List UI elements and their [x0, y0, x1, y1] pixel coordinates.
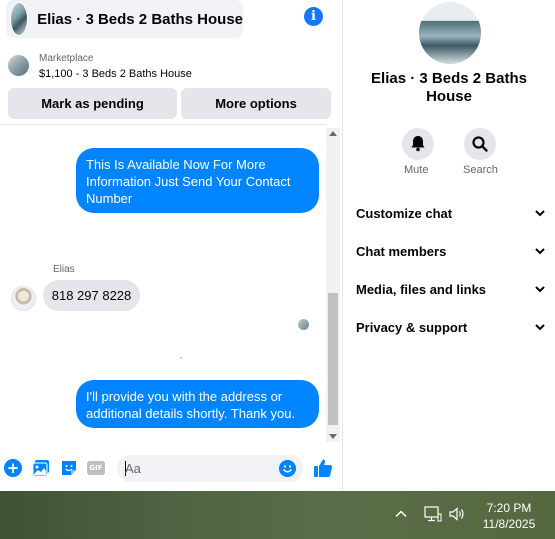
listing-kicker: Marketplace	[39, 53, 94, 64]
listing-thumbnail	[8, 55, 29, 76]
chat-title-button[interactable]: Elias · 3 Beds 2 Baths House	[6, 0, 243, 38]
marketplace-listing[interactable]: Marketplace $1,100 - 3 Beds 2 Baths Hous…	[0, 46, 343, 86]
network-icon[interactable]	[424, 506, 442, 522]
gif-icon[interactable]: GIF	[87, 461, 105, 475]
chevron-down-icon	[535, 210, 545, 217]
profile-avatar[interactable]	[419, 2, 481, 64]
search-label: Search	[463, 164, 498, 176]
bell-icon	[411, 136, 425, 152]
listing-title: $1,100 - 3 Beds 2 Baths House	[39, 68, 192, 80]
section-label: Customize chat	[356, 205, 453, 221]
plus-icon[interactable]: +	[4, 459, 22, 477]
message-list: This Is Available Now For More Informati…	[0, 124, 326, 442]
search-icon	[472, 136, 488, 152]
section-chat-members[interactable]: Chat members	[356, 239, 546, 263]
chat-info-panel: Elias · 3 Beds 2 Baths House Mute Search…	[343, 0, 555, 491]
scroll-up-arrow-icon[interactable]	[329, 131, 337, 136]
message-sender-name: Elias	[53, 264, 75, 275]
chat-title: Elias · 3 Beds 2 Baths House	[37, 10, 243, 28]
section-label: Media, files and links	[356, 281, 487, 297]
message-outgoing: I'll provide you with the address or add…	[76, 380, 319, 428]
search-button[interactable]	[464, 128, 496, 160]
message-input[interactable]	[125, 455, 275, 482]
chat-header: Elias · 3 Beds 2 Baths House i	[0, 0, 343, 42]
profile-name: Elias · 3 Beds 2 Baths House	[371, 70, 527, 105]
scrollbar-thumb[interactable]	[328, 293, 338, 425]
chat-avatar	[10, 2, 29, 36]
section-label: Privacy & support	[356, 319, 468, 335]
more-options-button[interactable]: More options	[181, 88, 331, 119]
emoji-icon[interactable]	[279, 460, 296, 477]
section-customize-chat[interactable]: Customize chat	[356, 201, 546, 225]
message-incoming: 818 297 8228	[43, 280, 140, 311]
message-outgoing: This Is Available Now For More Informati…	[76, 148, 319, 213]
message-scrollbar[interactable]	[326, 128, 340, 442]
thumbs-up-icon[interactable]	[313, 458, 333, 478]
chevron-up-icon[interactable]	[394, 507, 408, 521]
photo-icon[interactable]	[32, 459, 50, 477]
section-media-files-links[interactable]: Media, files and links	[356, 277, 546, 301]
chat-panel: Elias · 3 Beds 2 Baths House i Marketpla…	[0, 0, 343, 491]
section-label: Chat members	[356, 243, 447, 259]
sender-avatar[interactable]	[11, 286, 36, 311]
clock-date[interactable]: 11/8/2025	[478, 517, 540, 531]
chevron-down-icon	[535, 248, 545, 255]
info-icon[interactable]: i	[304, 7, 323, 26]
volume-icon[interactable]	[448, 506, 466, 522]
scroll-down-arrow-icon[interactable]	[329, 434, 337, 439]
mark-as-pending-button[interactable]: Mark as pending	[8, 88, 177, 119]
message-input-wrapper[interactable]	[117, 455, 303, 482]
clock-time[interactable]: 7:20 PM	[478, 501, 540, 515]
message-composer: + GIF	[0, 449, 343, 489]
chevron-down-icon	[535, 324, 545, 331]
sticker-icon[interactable]	[60, 459, 78, 477]
divider-dot	[180, 357, 182, 359]
section-privacy-support[interactable]: Privacy & support	[356, 315, 546, 339]
windows-taskbar: 7:20 PM 11/8/2025	[0, 491, 555, 539]
mute-button[interactable]	[402, 128, 434, 160]
seen-receipt-avatar	[298, 319, 309, 330]
app-root: Elias · 3 Beds 2 Baths House i Marketpla…	[0, 0, 555, 539]
mute-label: Mute	[404, 164, 429, 176]
chevron-down-icon	[535, 286, 545, 293]
